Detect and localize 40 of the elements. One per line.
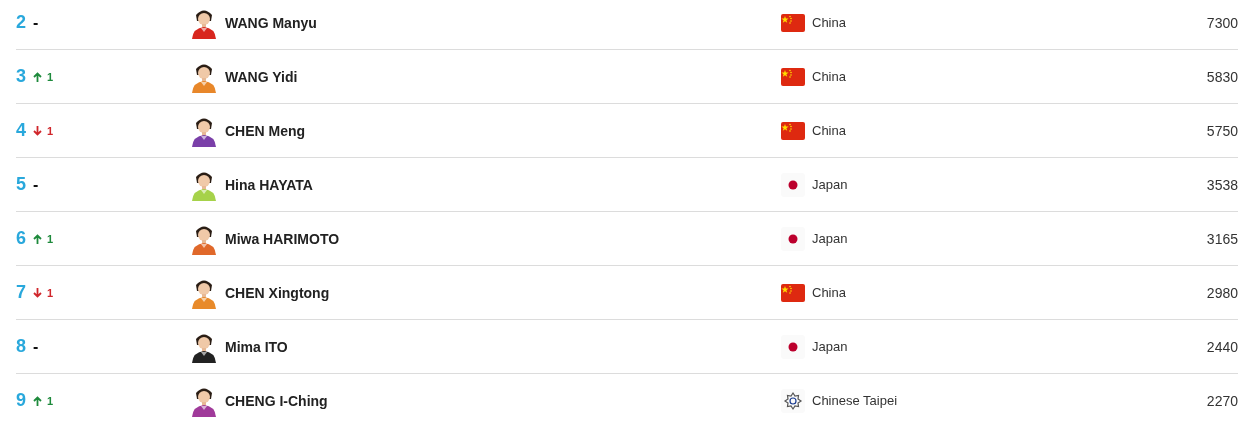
- rank-change: -: [33, 13, 39, 32]
- player-name[interactable]: Mima ITO: [225, 338, 781, 355]
- rank-change: -: [33, 175, 39, 194]
- player-name[interactable]: Miwa HARIMOTO: [225, 230, 781, 247]
- rank-change: 1: [47, 394, 54, 407]
- points-value: 2980: [1206, 284, 1238, 301]
- points-value: 2440: [1206, 338, 1238, 355]
- rank-change: 1: [47, 286, 54, 299]
- country-name: Chinese Taipei: [812, 393, 899, 408]
- country-name: China: [812, 123, 847, 138]
- points-value: 7300: [1206, 14, 1238, 31]
- player-name[interactable]: Hina HAYATA: [225, 176, 781, 193]
- points-value: 3165: [1206, 230, 1238, 247]
- player-name[interactable]: WANG Manyu: [225, 14, 781, 31]
- player-name[interactable]: WANG Yidi: [225, 68, 781, 85]
- player-name[interactable]: CHEN Xingtong: [225, 284, 781, 301]
- country-name: China: [812, 285, 847, 300]
- rank-number: 3: [16, 66, 26, 87]
- rank-change: 1: [47, 124, 54, 137]
- rank-change: 1: [47, 232, 54, 245]
- country-name: China: [812, 69, 847, 84]
- rank-number: 5: [16, 174, 26, 195]
- rank-number: 2: [16, 12, 26, 33]
- rank-change: 1: [47, 70, 54, 83]
- player-name[interactable]: CHEN Meng: [225, 122, 781, 139]
- points-value: 2270: [1206, 392, 1238, 409]
- country-name: Japan: [812, 177, 849, 192]
- rank-number: 4: [16, 120, 26, 141]
- points-value: 5830: [1206, 68, 1238, 85]
- rank-change: -: [33, 337, 39, 356]
- country-name: Japan: [812, 339, 849, 354]
- country-name: China: [812, 15, 847, 30]
- points-value: 3538: [1206, 176, 1238, 193]
- rank-number: 7: [16, 282, 26, 303]
- player-name[interactable]: CHENG I-Ching: [225, 392, 781, 409]
- rank-number: 6: [16, 228, 26, 249]
- rank-number: 9: [16, 390, 26, 411]
- rank-number: 8: [16, 336, 26, 357]
- points-value: 5750: [1206, 122, 1238, 139]
- country-name: Japan: [812, 231, 849, 246]
